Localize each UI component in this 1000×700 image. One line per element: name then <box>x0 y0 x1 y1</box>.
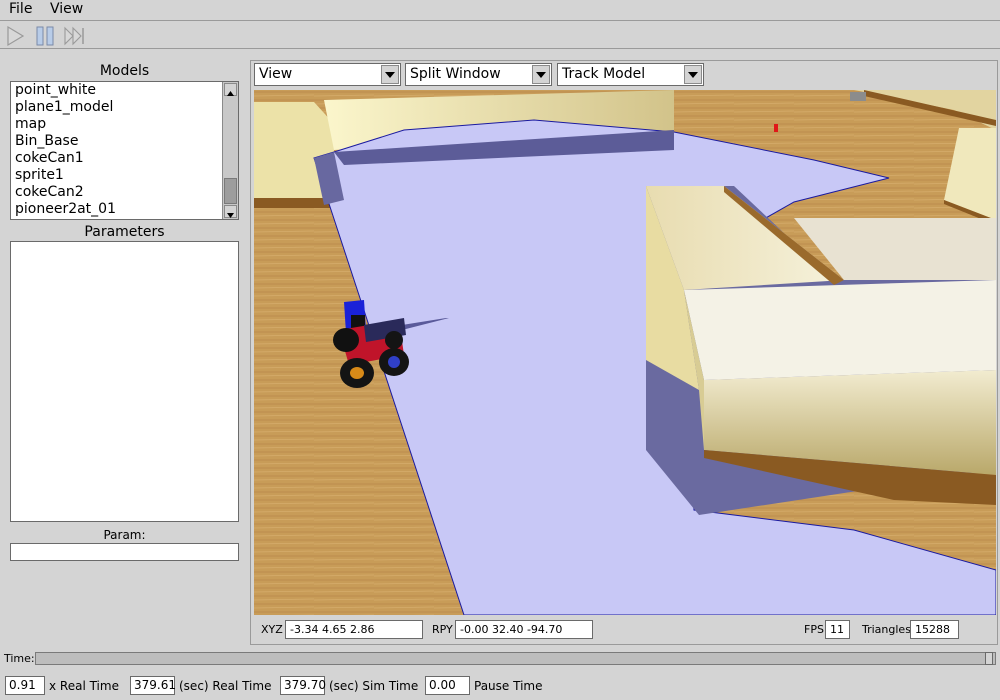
models-scrollbar[interactable] <box>222 82 238 219</box>
param-input[interactable] <box>10 543 239 561</box>
list-item[interactable]: cokeCan2 <box>15 184 84 201</box>
3d-viewport[interactable] <box>254 90 996 615</box>
models-title: Models <box>99 63 150 79</box>
step-icon[interactable] <box>63 25 85 47</box>
view-select[interactable]: View <box>254 63 401 86</box>
parameters-list[interactable] <box>10 241 239 522</box>
wall-segment <box>254 198 334 208</box>
chevron-down-icon <box>688 72 698 78</box>
time-label: Time: <box>4 652 35 665</box>
triangles-label: Triangles <box>862 623 911 636</box>
list-item[interactable]: map <box>15 116 46 133</box>
list-item[interactable]: pioneer2at_01 <box>15 201 116 218</box>
split-select-value: Split Window <box>410 66 501 82</box>
list-item[interactable]: cokeCan1 <box>15 150 84 167</box>
menu-bar: File View <box>0 0 1000 20</box>
fps-field: 11 <box>825 620 850 639</box>
toolbar <box>0 20 1000 49</box>
triangles-field: 15288 <box>910 620 959 639</box>
scroll-down-arrow[interactable] <box>224 205 237 218</box>
real-time-label: (sec) Real Time <box>179 679 272 693</box>
chevron-down-icon <box>385 72 395 78</box>
arrow-up-icon <box>227 91 234 96</box>
obstacle-box <box>850 92 866 101</box>
models-list[interactable]: point_white plane1_model map Bin_Base co… <box>10 81 239 220</box>
arrow-down-icon <box>227 213 234 218</box>
menu-file[interactable]: File <box>9 1 32 17</box>
rpy-label: RPY <box>432 623 453 636</box>
parameters-title: Parameters <box>84 224 165 240</box>
xyz-field[interactable]: -3.34 4.65 2.86 <box>285 620 423 639</box>
view-select-button[interactable] <box>381 65 399 84</box>
pause-icon[interactable] <box>34 25 56 47</box>
real-time-factor-label: x Real Time <box>49 679 119 693</box>
sim-time-label: (sec) Sim Time <box>329 679 419 693</box>
time-slider-handle[interactable] <box>985 652 993 665</box>
scroll-thumb[interactable] <box>224 178 237 204</box>
real-time-factor-field: 0.91 <box>5 676 45 695</box>
scene-render <box>254 90 996 615</box>
param-label: Param: <box>103 528 146 542</box>
list-item[interactable]: plane1_model <box>15 99 113 116</box>
real-time-field: 379.61 <box>130 676 176 695</box>
menu-view[interactable]: View <box>50 1 83 17</box>
chevron-down-icon <box>536 72 546 78</box>
rpy-field[interactable]: -0.00 32.40 -94.70 <box>455 620 593 639</box>
fps-label: FPS <box>804 623 824 636</box>
list-item[interactable]: point_white <box>15 82 96 99</box>
split-window-select[interactable]: Split Window <box>405 63 552 86</box>
sim-time-field: 379.70 <box>280 676 326 695</box>
track-select-button[interactable] <box>684 65 702 84</box>
pause-time-label: Pause Time <box>474 679 543 693</box>
time-slider[interactable] <box>35 652 996 665</box>
wall-top <box>684 280 996 380</box>
viewport-info-bar: XYZ -3.34 4.65 2.86 RPY -0.00 32.40 -94.… <box>250 616 998 644</box>
split-select-button[interactable] <box>532 65 550 84</box>
xyz-label: XYZ <box>261 623 283 636</box>
play-icon[interactable] <box>4 25 26 47</box>
pause-time-field: 0.00 <box>425 676 470 695</box>
view-select-value: View <box>259 66 293 82</box>
list-item[interactable]: sprite1 <box>15 167 64 184</box>
list-item[interactable]: Bin_Base <box>15 133 78 150</box>
coke-can <box>774 124 778 132</box>
track-select-value: Track Model <box>562 66 646 82</box>
track-model-select[interactable]: Track Model <box>557 63 704 86</box>
scroll-up-arrow[interactable] <box>224 83 237 96</box>
